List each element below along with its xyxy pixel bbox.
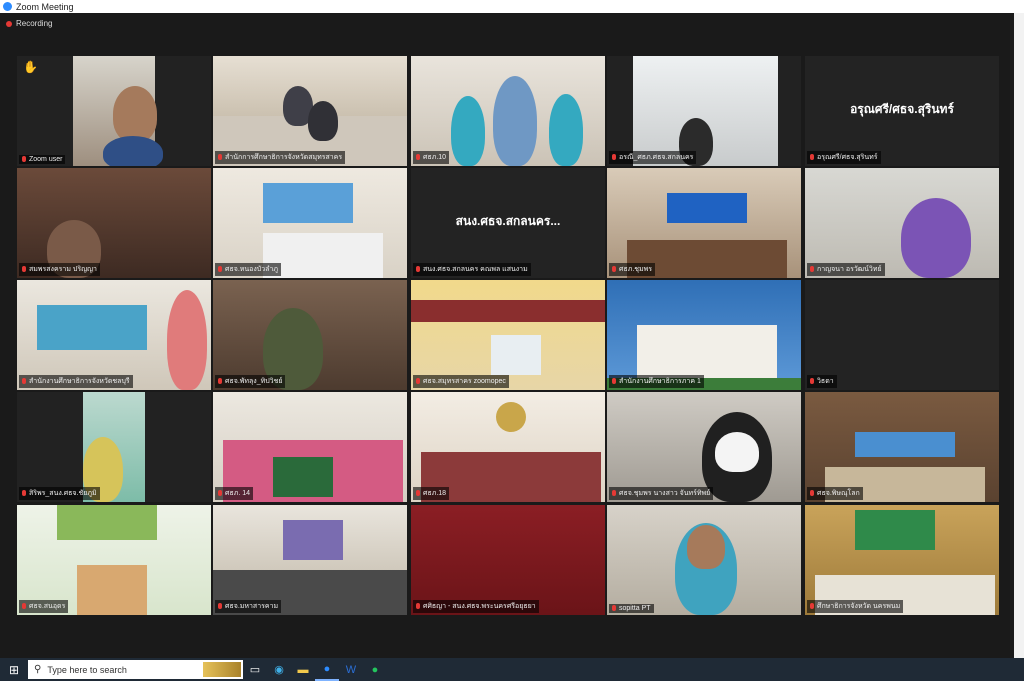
muted-mic-icon (22, 490, 26, 497)
video-tile[interactable]: สำนักงานศึกษาธิการจังหวัดชลบุรี (17, 280, 211, 390)
video-tile[interactable]: ศธจ.พัทลุง_ทิปวิชย์ (213, 280, 407, 390)
participant-name: ศธจ.สนอุดร (19, 600, 69, 613)
search-placeholder: Type here to search (47, 664, 127, 675)
muted-mic-icon (612, 266, 616, 273)
participant-name: ศธภ.ชุมพร (609, 263, 656, 276)
video-tile-active-speaker[interactable]: สำนักการศึกษาธิการจังหวัดสมุทรสาคร (213, 56, 407, 166)
recording-indicator[interactable]: Recording (6, 19, 52, 28)
muted-mic-icon (612, 605, 616, 612)
search-icon: ⚲ (34, 664, 42, 675)
muted-mic-icon (416, 378, 420, 385)
windows-taskbar: ⊞ ⚲ Type here to search ▭ ◉ ▬ ● W ● (0, 658, 1024, 681)
participant-name: สำนักงานศึกษาธิการภาค 1 (609, 375, 704, 388)
participant-name: ศธภ.18 (413, 487, 450, 500)
participant-name: สมพรสงคราม ปริญญา (19, 263, 100, 276)
participant-name: ศธจ.พิษณุโลก (807, 487, 863, 500)
participant-name: กาญจนา อรวัฒน์วิทย์ (807, 263, 885, 276)
video-tile[interactable]: ศธภ.18 (411, 392, 605, 502)
video-tile[interactable]: ศธภ.ชุมพร (607, 168, 801, 278)
muted-mic-icon (810, 266, 814, 273)
participant-name: ศธภ. 14 (215, 487, 254, 500)
muted-mic-icon (416, 266, 420, 273)
muted-mic-icon (810, 490, 814, 497)
muted-mic-icon (810, 603, 814, 610)
taskbar-search-box[interactable]: ⚲ Type here to search (28, 660, 243, 679)
recording-label: Recording (16, 19, 53, 28)
participant-name: ศธจ.ชุมพร นางสาว จันทร์ทิพย์ (609, 487, 714, 500)
zoom-icon[interactable]: ● (315, 658, 339, 681)
muted-mic-icon (22, 378, 26, 385)
raised-hand-icon: ✋ (23, 60, 38, 74)
muted-mic-icon (22, 156, 26, 163)
muted-mic-icon (218, 490, 222, 497)
line-icon[interactable]: ● (363, 658, 387, 681)
video-tile[interactable]: ✋ Zoom user (17, 56, 211, 166)
muted-mic-icon (612, 154, 616, 161)
muted-mic-icon (612, 490, 616, 497)
video-tile[interactable]: sopitta PT (607, 505, 801, 615)
video-tile[interactable]: ศธภ.10 (411, 56, 605, 166)
video-tile-no-video[interactable]: อรุณศรี/ศธจ.สุรินทร์ อรุณศรี/ศธจ.สุรินทร… (805, 56, 999, 166)
participant-name: วิธดา (807, 375, 837, 388)
window-titlebar: Zoom Meeting (0, 0, 1024, 13)
windows-start-icon[interactable]: ⊞ (0, 658, 28, 681)
muted-mic-icon (810, 154, 814, 161)
window-title: Zoom Meeting (16, 1, 74, 12)
muted-mic-icon (218, 266, 222, 273)
video-tile[interactable]: ศศิธญา - สนง.ศธจ.พระนครศรีอยุธยา (411, 505, 605, 615)
participant-display-name: สนง.ศธจ.สกลนคร... (455, 214, 561, 228)
muted-mic-icon (612, 378, 616, 385)
muted-mic-icon (218, 603, 222, 610)
video-tile[interactable]: ศธจ.สนอุดร (17, 505, 211, 615)
video-tile[interactable]: ศธจ.พิษณุโลก (805, 392, 999, 502)
participant-name: Zoom user (19, 155, 66, 164)
zoom-logo-icon (3, 2, 12, 11)
participant-name: สนง.ศธจ.สกลนคร คณพล แสนงาม (413, 263, 531, 276)
word-icon[interactable]: W (339, 658, 363, 681)
participant-name: สำนักการศึกษาธิการจังหวัดสมุทรสาคร (215, 151, 346, 164)
participant-name: sopitta PT (609, 604, 654, 613)
video-tile[interactable]: อรณี_ศธภ.ศธจ.สกลนคร (607, 56, 801, 166)
video-tile[interactable]: ศธจ.สมุทรสาคร zoomopec (411, 280, 605, 390)
participant-name: ศธภ.10 (413, 151, 450, 164)
video-tile[interactable]: กาญจนา อรวัฒน์วิทย์ (805, 168, 999, 278)
participant-name: สำนักงานศึกษาธิการจังหวัดชลบุรี (19, 375, 133, 388)
edge-icon[interactable]: ◉ (267, 658, 291, 681)
video-tile[interactable]: ศึกษาธิการจังหวัด นครพนม (805, 505, 999, 615)
participant-display-name: อรุณศรี/ศธจ.สุรินทร์ (850, 102, 954, 116)
window-edge (1014, 13, 1024, 658)
video-tile[interactable]: ศธจ.มหาสารคาม (213, 505, 407, 615)
participant-name: อรณี_ศธภ.ศธจ.สกลนคร (609, 151, 697, 164)
video-tile-no-video[interactable]: สนง.ศธจ.สกลนคร... สนง.ศธจ.สกลนคร คณพล แส… (411, 168, 605, 278)
participant-name: สิริพร_สนง.ศธจ.ชัยภูมิ (19, 487, 100, 500)
video-tile[interactable]: ศธภ. 14 (213, 392, 407, 502)
file-explorer-icon[interactable]: ▬ (291, 658, 315, 681)
video-tile[interactable]: สิริพร_สนง.ศธจ.ชัยภูมิ (17, 392, 211, 502)
video-tile[interactable]: สมพรสงคราม ปริญญา (17, 168, 211, 278)
muted-mic-icon (416, 603, 420, 610)
muted-mic-icon (218, 378, 222, 385)
muted-mic-icon (218, 154, 222, 161)
participant-name: ศึกษาธิการจังหวัด นครพนม (807, 600, 904, 613)
participant-name: ศศิธญา - สนง.ศธจ.พระนครศรีอยุธยา (413, 600, 539, 613)
muted-mic-icon (416, 154, 420, 161)
video-tile[interactable]: ศธจ.ชุมพร นางสาว จันทร์ทิพย์ (607, 392, 801, 502)
participant-name: ศธจ.พัทลุง_ทิปวิชย์ (215, 375, 286, 388)
video-tile-no-video[interactable]: วิธดา (805, 280, 999, 390)
muted-mic-icon (22, 266, 26, 273)
video-tile[interactable]: ศธจ.หนองบัวลำภู (213, 168, 407, 278)
recording-dot-icon (6, 20, 12, 27)
participant-name: ศธจ.มหาสารคาม (215, 600, 282, 613)
muted-mic-icon (810, 378, 814, 385)
participant-name: ศธจ.สมุทรสาคร zoomopec (413, 375, 509, 388)
muted-mic-icon (22, 603, 26, 610)
muted-mic-icon (416, 490, 420, 497)
participant-name: ศธจ.หนองบัวลำภู (215, 263, 281, 276)
participant-name: อรุณศรี/ศธจ.สุรินทร์ (807, 151, 881, 164)
task-view-icon[interactable]: ▭ (243, 658, 267, 681)
search-highlight-image (203, 662, 241, 677)
video-tile[interactable]: สำนักงานศึกษาธิการภาค 1 (607, 280, 801, 390)
